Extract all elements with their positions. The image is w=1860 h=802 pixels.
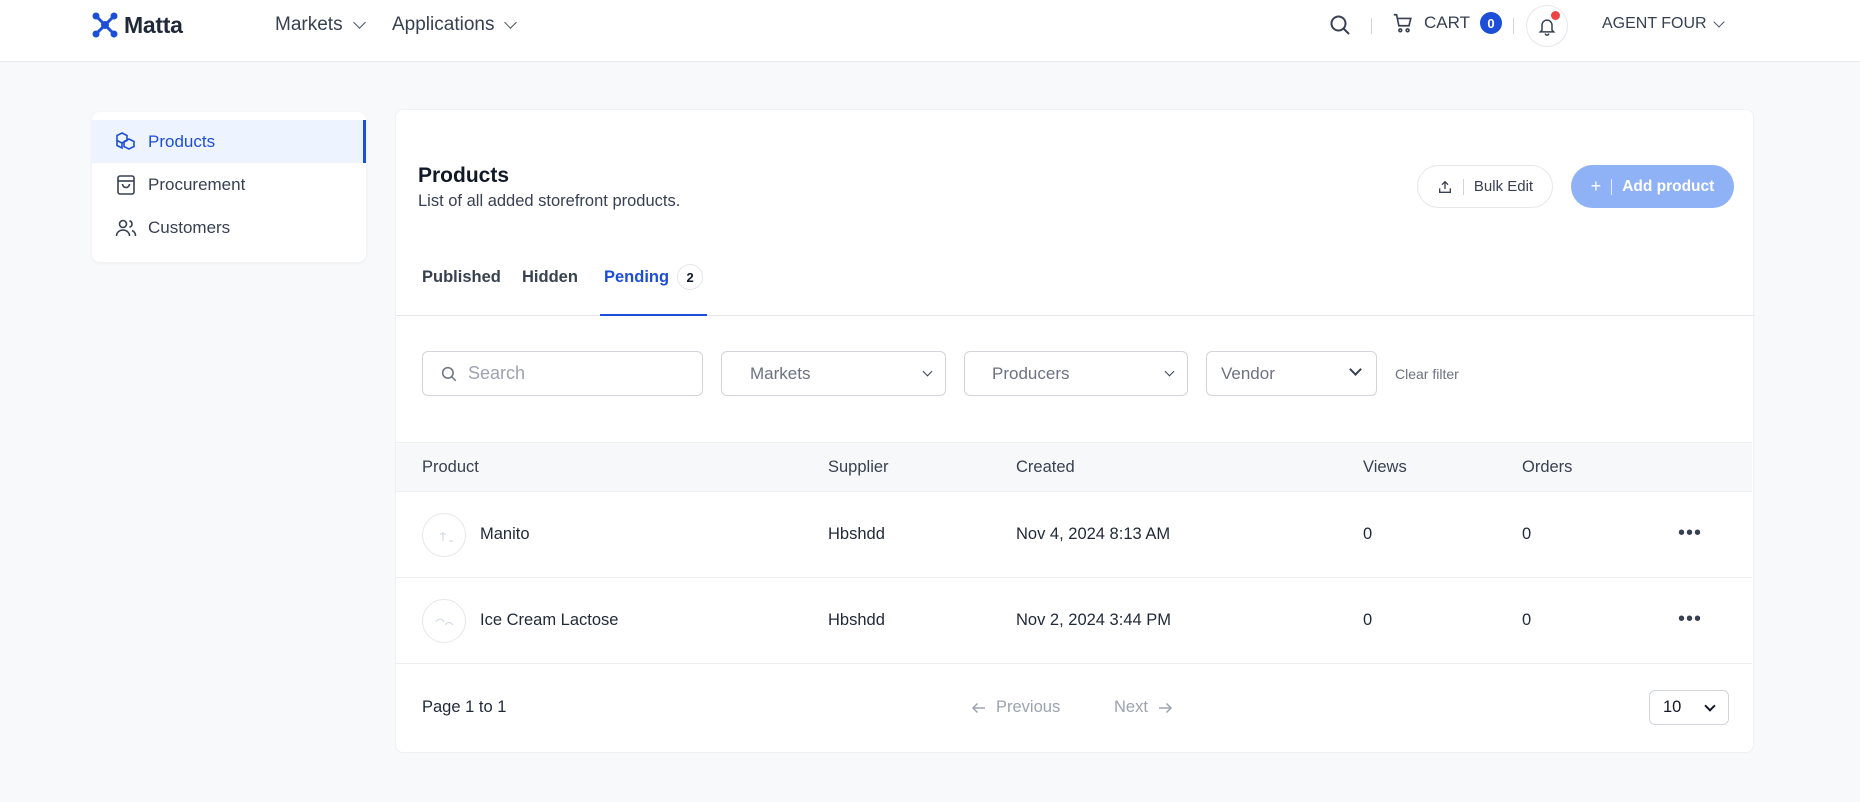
nav-applications-label: Applications <box>392 14 495 35</box>
column-header-orders[interactable]: Orders <box>1522 458 1572 477</box>
user-menu[interactable]: AGENT FOUR <box>1602 15 1725 33</box>
tab-published[interactable]: Published <box>422 268 501 316</box>
plus-icon: + <box>1590 176 1602 196</box>
bulk-edit-label: Bulk Edit <box>1473 178 1534 195</box>
sidebar-item-label: Procurement <box>148 174 246 194</box>
notifications-button[interactable] <box>1526 5 1568 47</box>
add-product-label: Add product <box>1622 177 1715 195</box>
table-row[interactable]: Manito Hbshdd Nov 4, 2024 8:13 AM 0 0 ••… <box>396 492 1752 578</box>
previous-label: Previous <box>996 698 1061 716</box>
divider <box>1371 18 1372 34</box>
tab-label: Pending <box>604 268 670 286</box>
clear-filter-link[interactable]: Clear filter <box>1395 366 1459 382</box>
producers-select[interactable]: Producers <box>964 351 1188 396</box>
producers-select-value: Producers <box>992 364 1070 383</box>
column-header-product[interactable]: Product <box>422 458 479 477</box>
search-input[interactable]: Search <box>422 351 703 396</box>
vendor-select[interactable]: Vendor <box>1206 351 1377 396</box>
product-name[interactable]: Manito <box>480 525 530 544</box>
cart-count-badge: 0 <box>1479 12 1502 34</box>
chevron-down-icon <box>1704 700 1716 712</box>
more-actions-icon[interactable]: ••• <box>1678 522 1702 545</box>
shopping-bag-icon <box>117 174 135 195</box>
product-thumbnail <box>422 599 466 643</box>
markets-select[interactable]: Markets <box>721 351 946 396</box>
bulk-edit-button[interactable]: Bulk Edit <box>1417 165 1553 208</box>
search-icon[interactable] <box>1328 13 1352 37</box>
table-header: Product Supplier Created Views Orders <box>396 442 1752 492</box>
tab-label: Hidden <box>522 268 578 286</box>
supplier-name: Hbshdd <box>828 525 885 543</box>
sidebar-item-label: Customers <box>148 217 231 237</box>
tab-label: Published <box>422 268 501 286</box>
brand-logo[interactable]: Matta <box>90 10 183 40</box>
table-row[interactable]: Ice Cream Lactose Hbshdd Nov 2, 2024 3:4… <box>396 578 1752 664</box>
divider <box>1513 18 1514 34</box>
divider <box>1462 178 1464 195</box>
notification-dot <box>1551 11 1560 20</box>
next-page-button[interactable]: Next <box>1114 698 1174 717</box>
boxes-icon <box>116 131 135 150</box>
column-header-views[interactable]: Views <box>1363 458 1407 477</box>
markets-select-value: Markets <box>750 364 811 383</box>
add-product-button[interactable]: + Add product <box>1571 165 1734 208</box>
orders-count: 0 <box>1522 611 1532 629</box>
arrow-left-icon <box>971 702 985 713</box>
nav-markets[interactable]: Markets <box>275 14 366 36</box>
matta-logo-icon <box>92 12 118 38</box>
products-panel: Products List of all added storefront pr… <box>395 109 1755 753</box>
tab-pending[interactable]: Pending 2 <box>600 264 708 316</box>
nav-markets-label: Markets <box>275 14 343 35</box>
page-title: Products <box>418 164 510 187</box>
previous-page-button[interactable]: Previous <box>970 698 1060 717</box>
views-count: 0 <box>1363 525 1373 543</box>
rows-per-page-select[interactable]: 10 <box>1649 690 1729 725</box>
arrow-right-icon <box>1158 702 1172 713</box>
created-date: Nov 4, 2024 8:13 AM <box>1016 525 1171 543</box>
sidebar-item-label: Products <box>148 131 216 151</box>
product-name[interactable]: Ice Cream Lactose <box>480 611 618 630</box>
vendor-select-value: Vendor <box>1221 364 1275 383</box>
search-placeholder: Search <box>468 363 526 383</box>
orders-count: 0 <box>1522 525 1532 543</box>
search-icon <box>441 366 457 382</box>
page-indicator: Page 1 to 1 <box>422 698 507 716</box>
logo-text: Matta <box>124 11 183 38</box>
rows-per-page-value: 10 <box>1663 698 1682 716</box>
user-name: AGENT FOUR <box>1602 15 1707 32</box>
cart-icon <box>1393 13 1412 33</box>
more-actions-icon[interactable]: ••• <box>1678 608 1702 631</box>
chevron-down-icon <box>1712 15 1725 28</box>
sidebar-item-products[interactable]: Products <box>92 120 366 163</box>
sidebar-item-procurement[interactable]: Procurement <box>92 163 366 206</box>
cart-button[interactable]: CART 0 <box>1392 12 1502 34</box>
top-navbar: Matta Markets Applications CART 0 AGENT <box>0 0 1860 62</box>
chevron-down-icon <box>1164 366 1175 377</box>
next-label: Next <box>1114 698 1148 716</box>
divider <box>1611 178 1613 195</box>
nav-applications[interactable]: Applications <box>392 14 518 36</box>
cart-label: CART <box>1424 13 1470 32</box>
sidebar-item-customers[interactable]: Customers <box>92 206 366 249</box>
upload-icon <box>1438 180 1451 193</box>
chevron-down-icon <box>1349 363 1362 376</box>
column-header-supplier[interactable]: Supplier <box>828 458 889 477</box>
tab-hidden[interactable]: Hidden <box>522 268 578 316</box>
created-date: Nov 2, 2024 3:44 PM <box>1016 611 1172 629</box>
views-count: 0 <box>1363 611 1373 629</box>
users-icon <box>115 219 137 236</box>
page-subtitle: List of all added storefront products. <box>418 192 681 210</box>
product-thumbnail <box>422 513 466 557</box>
status-tabs: Published Hidden Pending 2 <box>396 260 1755 316</box>
chevron-down-icon <box>922 366 933 377</box>
sidebar: Products Procurement Customers <box>92 112 366 262</box>
chevron-down-icon <box>504 15 518 29</box>
supplier-name: Hbshdd <box>828 611 885 629</box>
tab-count-badge: 2 <box>677 264 704 290</box>
column-header-created[interactable]: Created <box>1016 458 1075 477</box>
chevron-down-icon <box>352 15 366 29</box>
